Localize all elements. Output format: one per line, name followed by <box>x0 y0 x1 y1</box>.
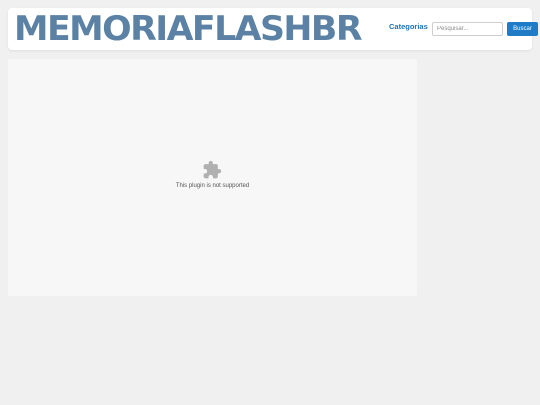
main-content: This plugin is not supported <box>8 59 417 296</box>
search-button[interactable]: Buscar <box>507 22 538 36</box>
site-logo[interactable]: MEMORIAFLASHBR <box>14 10 363 48</box>
search-input[interactable] <box>432 22 503 36</box>
plugin-placeholder: This plugin is not supported <box>8 59 417 296</box>
site-header: MEMORIAFLASHBR Categorias Buscar <box>8 8 538 50</box>
puzzle-piece-icon <box>203 160 222 179</box>
nav-categories-link[interactable]: Categorias <box>389 22 428 31</box>
plugin-unsupported-message: This plugin is not supported <box>175 183 250 189</box>
